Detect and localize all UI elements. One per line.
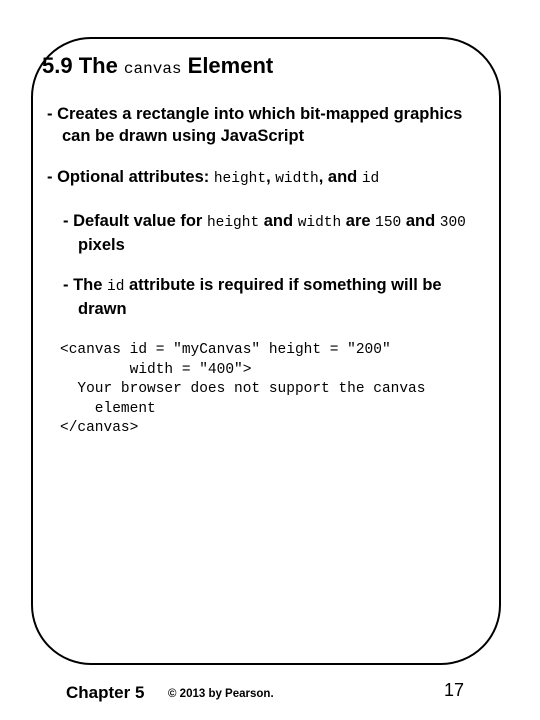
code-300: 300: [439, 215, 466, 231]
code-example: <canvas id = "myCanvas" height = "200" w…: [60, 341, 425, 439]
bullet-text: - Optional attributes:: [47, 168, 214, 186]
bullet-line-2: can be drawn using JavaScript: [62, 127, 305, 145]
bullet-text: attribute is required if something will …: [124, 276, 442, 294]
code-150: 150: [375, 215, 402, 231]
page-number: 17: [444, 680, 465, 700]
bullet-line-2: pixels: [78, 236, 125, 254]
bullet-text: - The: [63, 276, 107, 294]
code-width: width: [275, 171, 319, 187]
bullet-default-values: - Default value for height and width are…: [63, 210, 466, 256]
bullet-text: ,: [266, 168, 276, 186]
bullet-optional-attributes: - Optional attributes: height, width, an…: [47, 166, 379, 190]
code-line: Your browser does not support the canvas: [60, 381, 426, 397]
title-suffix: Element: [181, 53, 274, 78]
bullet-id-required: - The id attribute is required if someth…: [63, 274, 442, 320]
bullet-line-1: - Creates a rectangle into which bit-map…: [47, 105, 463, 123]
code-id: id: [361, 171, 380, 187]
footer-chapter: Chapter 5: [66, 683, 145, 702]
code-line: <canvas id = "myCanvas" height = "200": [60, 342, 391, 358]
bullet-text: and: [259, 212, 298, 230]
code-line: element: [60, 400, 156, 417]
bullet-text: and: [401, 212, 440, 230]
code-width: width: [297, 215, 342, 231]
code-id: id: [107, 279, 125, 295]
title-prefix: 5.9 The: [42, 53, 124, 78]
footer-copyright: © 2013 by Pearson.: [168, 688, 274, 700]
bullet-creates-rectangle: - Creates a rectangle into which bit-map…: [47, 103, 462, 147]
bullet-text: , and: [318, 168, 362, 186]
code-line: </canvas>: [60, 420, 139, 436]
code-height: height: [206, 215, 260, 231]
slide-title: 5.9 The canvas Element: [42, 53, 273, 79]
bullet-line-2: drawn: [78, 300, 127, 318]
bullet-text: are: [341, 212, 376, 230]
code-height: height: [213, 171, 267, 187]
bullet-text: - Default value for: [63, 212, 207, 230]
title-code: canvas: [123, 60, 182, 78]
code-line: width = "400">: [60, 361, 252, 378]
